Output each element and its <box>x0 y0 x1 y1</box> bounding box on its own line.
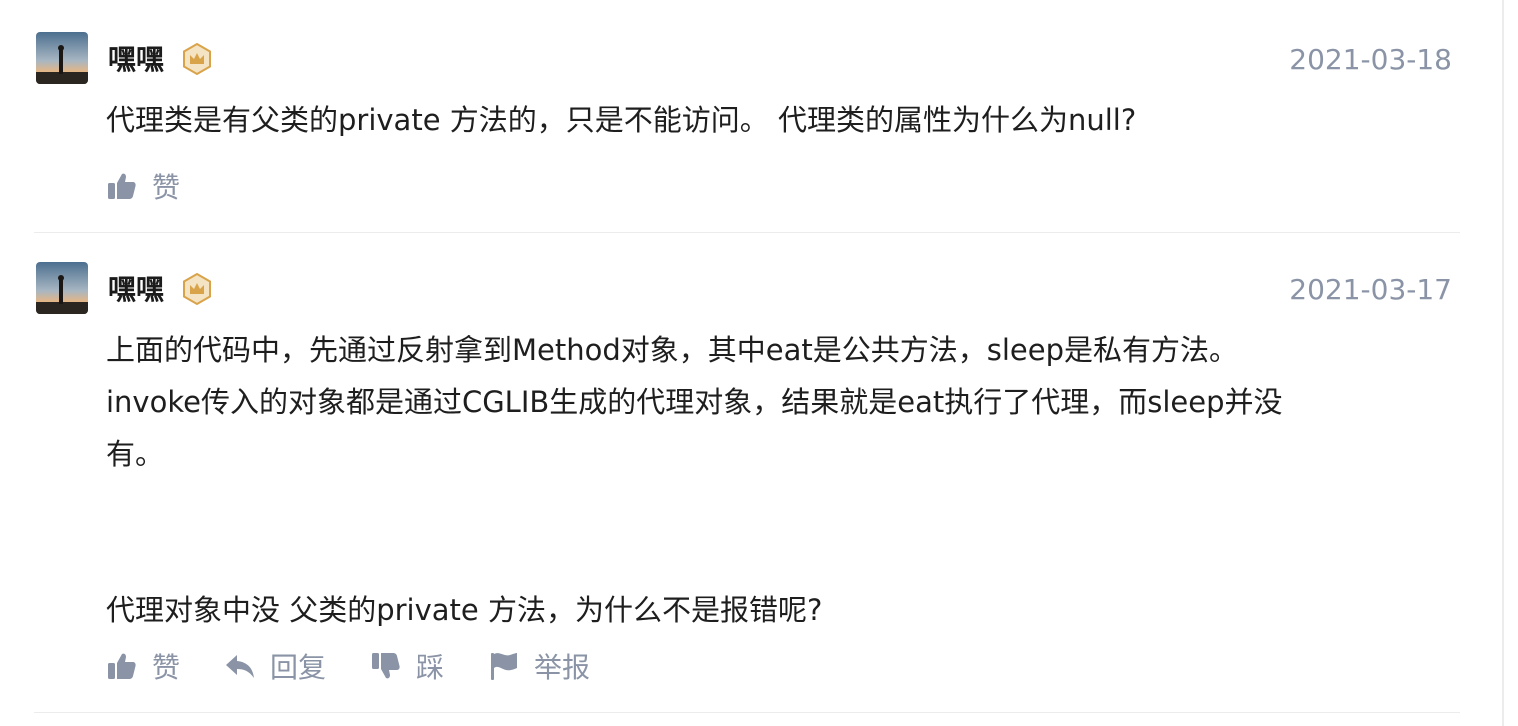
report-label: 举报 <box>534 651 591 684</box>
comment-item: 嘿嘿 2021-03-17 上面的代码中，先通过反射拿到Method对象，其中e… <box>34 262 1460 714</box>
dislike-button[interactable]: 踩 <box>370 646 444 686</box>
divider <box>34 712 1460 713</box>
comment-actions: 赞 回复 踩 举报 <box>106 644 634 688</box>
comment-item: 嘿嘿 2021-03-18 代理类是有父类的private 方法的，只是不能访问… <box>34 32 1460 233</box>
comment-actions: 赞 <box>106 164 224 208</box>
avatar[interactable] <box>36 32 88 84</box>
comment-list-page: 嘿嘿 2021-03-18 代理类是有父类的private 方法的，只是不能访问… <box>0 0 1518 726</box>
comment-content: 上面的代码中，先通过反射拿到Method对象，其中eat是公共方法，sleep是… <box>106 333 1283 627</box>
comment-date: 2021-03-18 <box>1289 43 1452 76</box>
avatar[interactable] <box>36 262 88 314</box>
like-button[interactable]: 赞 <box>106 166 180 206</box>
reply-button[interactable]: 回复 <box>224 646 326 686</box>
username[interactable]: 嘿嘿 <box>108 270 164 310</box>
thumbs-down-icon <box>372 653 400 679</box>
comment-content: 代理类是有父类的private 方法的，只是不能访问。 代理类的属性为什么为nu… <box>106 103 1137 137</box>
report-button[interactable]: 举报 <box>488 646 590 686</box>
reply-arrow-icon <box>226 655 255 678</box>
dislike-label: 踩 <box>416 651 445 684</box>
thumbs-up-icon <box>108 653 136 679</box>
crown-badge-icon <box>180 42 214 76</box>
comment-date: 2021-03-17 <box>1289 273 1452 306</box>
thumbs-up-icon <box>108 173 136 199</box>
flag-icon <box>491 653 518 680</box>
username[interactable]: 嘿嘿 <box>108 40 164 80</box>
reply-label: 回复 <box>270 651 327 684</box>
crown-badge-icon <box>180 272 214 306</box>
like-label: 赞 <box>152 651 181 684</box>
like-button[interactable]: 赞 <box>106 646 180 686</box>
like-label: 赞 <box>152 171 181 204</box>
scroll-edge <box>1502 0 1504 726</box>
divider <box>34 232 1460 233</box>
